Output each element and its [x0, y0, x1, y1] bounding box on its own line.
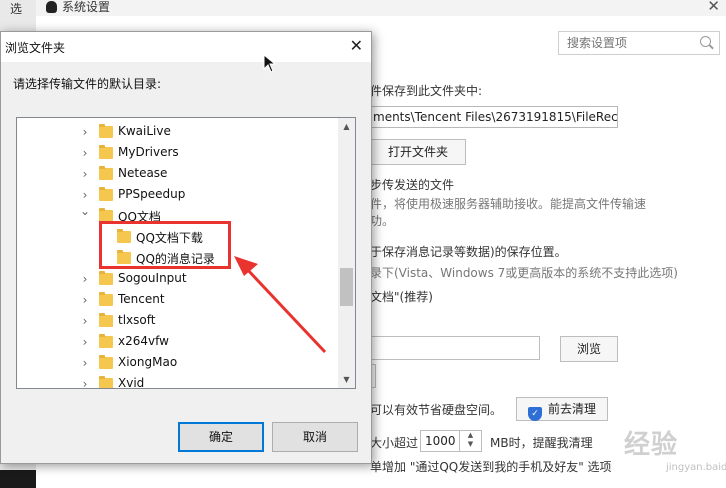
- annotation-arrow-shaft: [244, 266, 327, 354]
- mouse-cursor-icon: [263, 54, 277, 73]
- annotation-arrow-head: [234, 256, 258, 276]
- annotation-arrow: [234, 256, 327, 354]
